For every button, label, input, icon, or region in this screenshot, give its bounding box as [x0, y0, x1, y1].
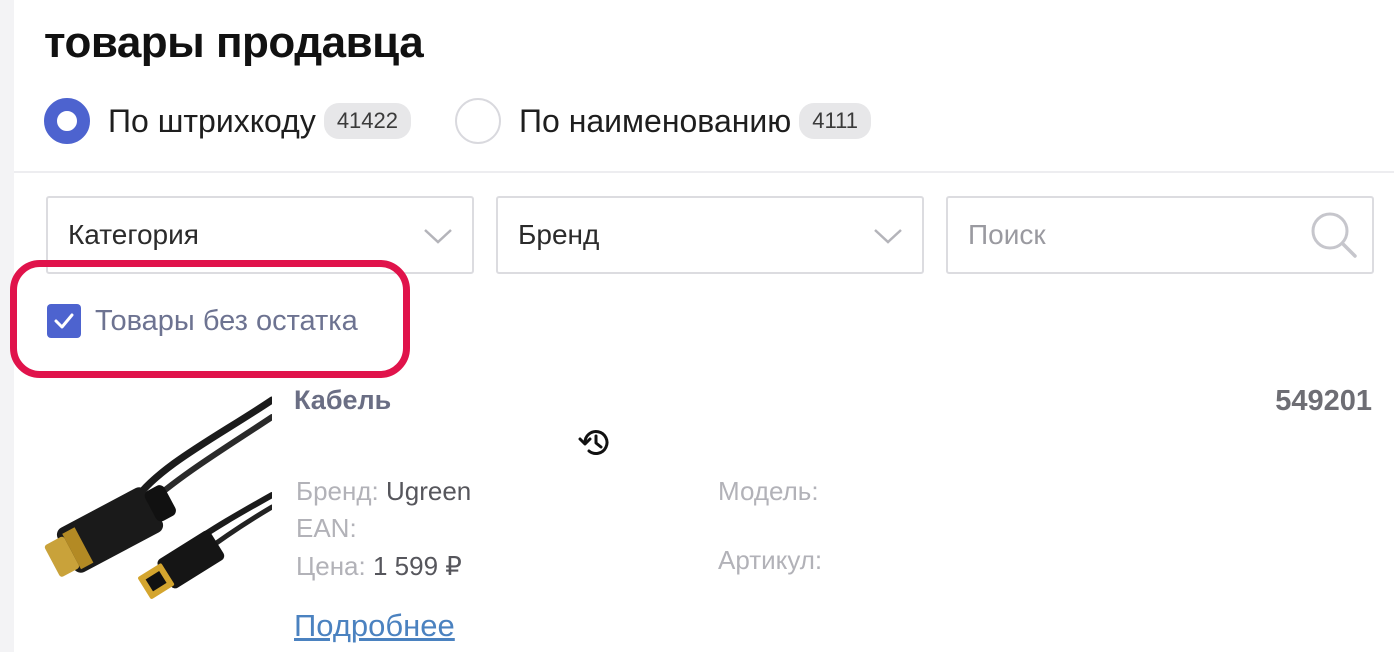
price-label: Цена:: [296, 551, 366, 581]
check-icon: [54, 313, 74, 329]
search-placeholder: Поиск: [968, 219, 1046, 250]
radio-by-barcode[interactable]: По штрихкоду 41422: [44, 98, 411, 144]
price-value: 1 599 ₽: [372, 551, 462, 581]
product-model: Модель:: [718, 476, 819, 507]
radio-button-unselected[interactable]: [455, 98, 501, 144]
details-link[interactable]: Подробнее: [294, 608, 455, 644]
brand-value: Ugreen: [385, 476, 472, 506]
page-title: товары продавца: [44, 18, 424, 67]
brand-dropdown-value: Бренд: [518, 219, 600, 250]
product-id: 549201: [1275, 385, 1372, 417]
product-name: Кабель: [294, 385, 392, 415]
product-image-cable[interactable]: [40, 395, 272, 600]
model-label: Модель:: [718, 476, 819, 506]
checkbox-checked[interactable]: [47, 304, 81, 338]
count-badge-name: 4111: [799, 103, 871, 139]
chevron-down-icon: [874, 229, 902, 244]
search-mode-group: По штрихкоду 41422 По наименованию 4111: [44, 98, 915, 144]
product-article: Артикул:: [718, 545, 822, 576]
divider: [14, 171, 1394, 173]
brand-dropdown[interactable]: Бренд: [496, 196, 924, 274]
article-label: Артикул:: [718, 545, 823, 575]
radio-label-barcode: По штрихкоду: [108, 102, 316, 139]
brand-label: Бренд:: [296, 476, 379, 506]
count-badge-barcode: 41422: [323, 103, 411, 139]
product-ean: EAN:: [296, 513, 357, 544]
chevron-down-icon: [424, 229, 452, 244]
radio-label-name: По наименованию: [519, 102, 792, 139]
radio-button-selected[interactable]: [44, 98, 90, 144]
ean-label: EAN:: [296, 513, 357, 543]
history-icon[interactable]: [578, 425, 614, 461]
search-icon[interactable]: [1308, 209, 1360, 261]
category-dropdown-value: Категория: [68, 219, 199, 250]
radio-by-name[interactable]: По наименованию 4111: [455, 98, 871, 144]
search-input[interactable]: Поиск: [946, 196, 1374, 274]
out-of-stock-label: Товары без остатка: [95, 304, 358, 337]
out-of-stock-filter[interactable]: Товары без остатка: [47, 304, 358, 338]
product-price: Цена: 1 599 ₽: [296, 551, 462, 582]
product-brand: Бренд: Ugreen: [296, 476, 471, 507]
